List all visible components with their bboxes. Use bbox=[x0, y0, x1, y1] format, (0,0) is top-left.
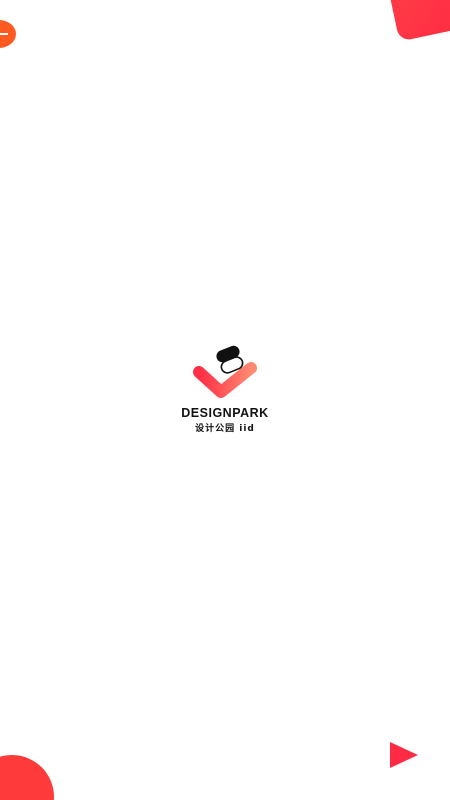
designpark-logo-icon bbox=[193, 345, 257, 398]
orange-circle-decoration bbox=[0, 20, 16, 48]
dash-mark bbox=[0, 33, 8, 35]
play-triangle-icon bbox=[390, 742, 418, 768]
brand-name: DESIGNPARK bbox=[181, 406, 269, 420]
splash-screen: DESIGNPARK 设计公园 iid bbox=[0, 0, 450, 800]
red-circle-decoration bbox=[0, 755, 54, 800]
brand-subtitle: 设计公园 iid bbox=[195, 424, 255, 434]
splash-logo: DESIGNPARK 设计公园 iid bbox=[170, 344, 280, 434]
red-rounded-square-decoration bbox=[386, 0, 450, 42]
